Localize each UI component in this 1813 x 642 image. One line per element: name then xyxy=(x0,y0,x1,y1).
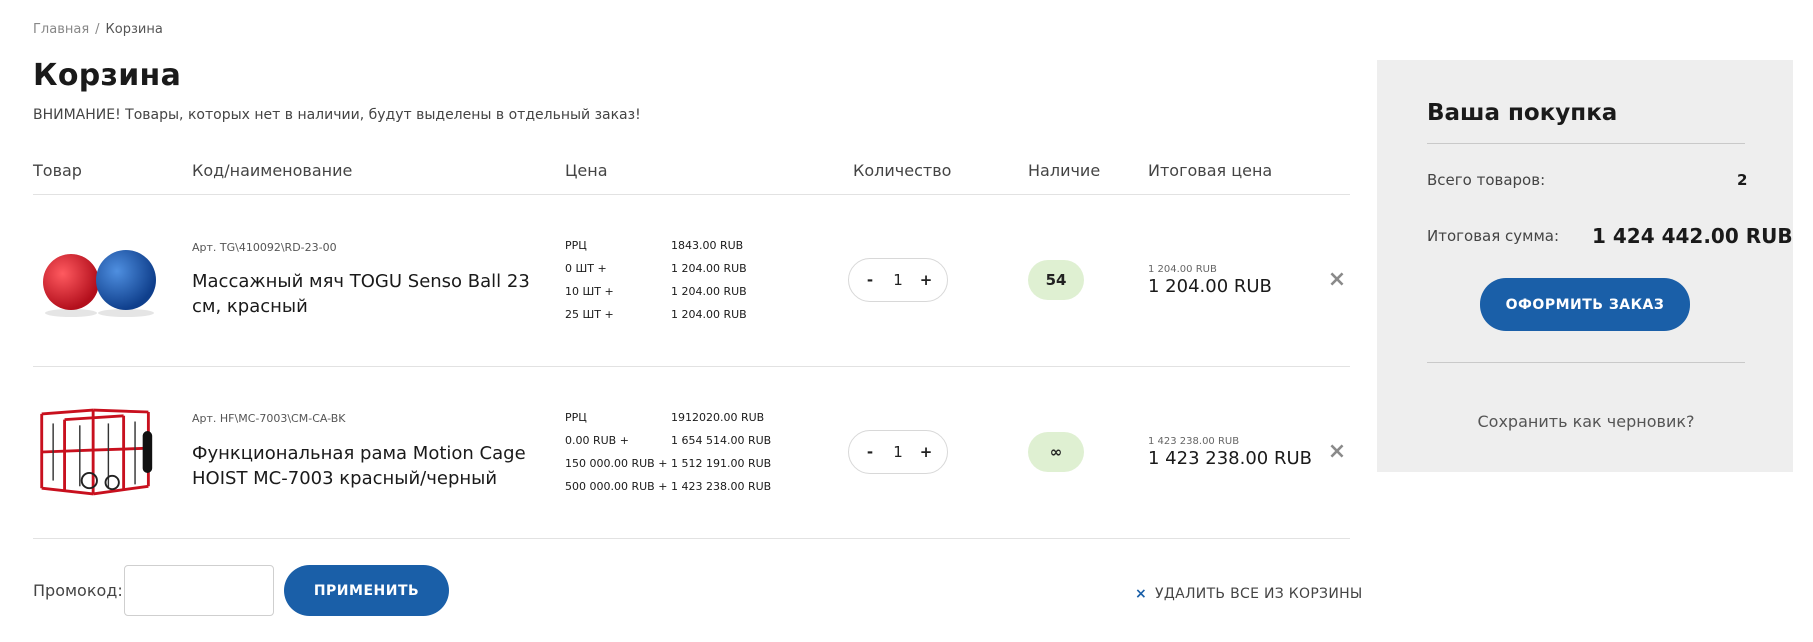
quantity-decrease-button[interactable]: - xyxy=(863,271,877,289)
quantity-stepper: - 1 + xyxy=(848,430,948,474)
product-name-link[interactable]: Функциональная рама Motion Cage HOIST MC… xyxy=(192,441,552,491)
summary-divider xyxy=(1427,362,1745,363)
price-tier-label: РРЦ xyxy=(565,239,587,252)
price-tier-value: 1 204.00 RUB xyxy=(671,285,747,298)
price-tier-label: 500 000.00 RUB + xyxy=(565,480,668,493)
total-price-small: 1 423 238.00 RUB xyxy=(1148,436,1240,447)
price-tier-value: 1 204.00 RUB xyxy=(671,262,747,275)
row-divider xyxy=(33,366,1350,367)
product-image-ball[interactable] xyxy=(38,230,158,330)
stock-notice: ВНИМАНИЕ! Товары, которых нет в наличии,… xyxy=(33,107,641,123)
promo-label: Промокод: xyxy=(33,581,123,600)
price-tier-label: 150 000.00 RUB + xyxy=(565,457,668,470)
total-price: 1 204.00 RUB xyxy=(1148,276,1272,297)
price-tier-label: РРЦ xyxy=(565,411,587,424)
total-price-small: 1 204.00 RUB xyxy=(1148,264,1217,275)
summary-divider xyxy=(1427,143,1745,144)
header-availability: Наличие xyxy=(1028,161,1101,180)
quantity-increase-button[interactable]: + xyxy=(919,271,933,289)
header-product: Товар xyxy=(33,161,82,180)
stock-badge: 54 xyxy=(1028,260,1084,300)
row-divider xyxy=(33,538,1350,539)
breadcrumb-separator: / xyxy=(95,22,100,37)
price-tier-label: 25 ШТ + xyxy=(565,308,614,321)
close-icon[interactable]: × xyxy=(1327,269,1347,291)
header-divider xyxy=(33,194,1350,195)
header-total: Итоговая цена xyxy=(1148,161,1273,180)
promo-input[interactable] xyxy=(124,565,274,616)
price-tiers: РРЦ 1912020.00 RUB 0.00 RUB + 1 654 514.… xyxy=(565,410,771,494)
quantity-value[interactable]: 1 xyxy=(893,443,903,461)
save-draft-link[interactable]: Сохранить как черновик? xyxy=(1427,412,1745,431)
header-code: Код/наименование xyxy=(192,161,353,180)
apply-promo-button[interactable]: ПРИМЕНИТЬ xyxy=(284,565,449,616)
clear-cart-button[interactable]: × УДАЛИТЬ ВСЕ ИЗ КОРЗИНЫ xyxy=(1135,586,1363,602)
items-count: 2 xyxy=(1737,171,1748,189)
breadcrumb: Главная / Корзина xyxy=(33,22,163,37)
price-tier-label: 0.00 RUB + xyxy=(565,434,629,447)
product-sku: Арт. TG\410092\RD-23-00 xyxy=(192,241,337,254)
summary-title: Ваша покупка xyxy=(1427,100,1618,126)
close-icon: × xyxy=(1135,586,1148,602)
close-icon[interactable]: × xyxy=(1327,441,1347,463)
product-sku: Арт. HF\MC-7003\CM-CA-BK xyxy=(192,412,346,425)
price-tier-value: 1 512 191.00 RUB xyxy=(671,457,772,470)
total-sum: 1 424 442.00 RUB xyxy=(1592,224,1793,248)
quantity-increase-button[interactable]: + xyxy=(919,443,933,461)
page-title: Корзина xyxy=(33,58,182,93)
header-quantity: Количество xyxy=(853,161,952,180)
breadcrumb-home-link[interactable]: Главная xyxy=(33,22,89,37)
price-tier-value: 1 654 514.00 RUB xyxy=(671,434,772,447)
product-image-cage[interactable] xyxy=(36,402,156,502)
quantity-stepper: - 1 + xyxy=(848,258,948,302)
price-tier-value: 1843.00 RUB xyxy=(671,239,744,252)
product-name-link[interactable]: Массажный мяч TOGU Senso Ball 23 см, кра… xyxy=(192,269,552,319)
price-tier-value: 1912020.00 RUB xyxy=(671,411,765,424)
clear-cart-label: УДАЛИТЬ ВСЕ ИЗ КОРЗИНЫ xyxy=(1155,586,1363,602)
quantity-value[interactable]: 1 xyxy=(893,271,903,289)
total-sum-label: Итоговая сумма: xyxy=(1427,227,1560,245)
quantity-decrease-button[interactable]: - xyxy=(863,443,877,461)
header-price: Цена xyxy=(565,161,608,180)
checkout-button[interactable]: ОФОРМИТЬ ЗАКАЗ xyxy=(1480,278,1690,331)
price-tier-value: 1 204.00 RUB xyxy=(671,308,747,321)
items-count-label: Всего товаров: xyxy=(1427,171,1546,189)
price-tier-label: 10 ШТ + xyxy=(565,285,614,298)
total-price: 1 423 238.00 RUB xyxy=(1148,448,1312,469)
price-tier-label: 0 ШТ + xyxy=(565,262,607,275)
price-tiers: РРЦ 1843.00 RUB 0 ШТ + 1 204.00 RUB 10 Ш… xyxy=(565,238,747,322)
stock-badge: ∞ xyxy=(1028,432,1084,472)
price-tier-value: 1 423 238.00 RUB xyxy=(671,480,772,493)
breadcrumb-current: Корзина xyxy=(105,22,163,37)
